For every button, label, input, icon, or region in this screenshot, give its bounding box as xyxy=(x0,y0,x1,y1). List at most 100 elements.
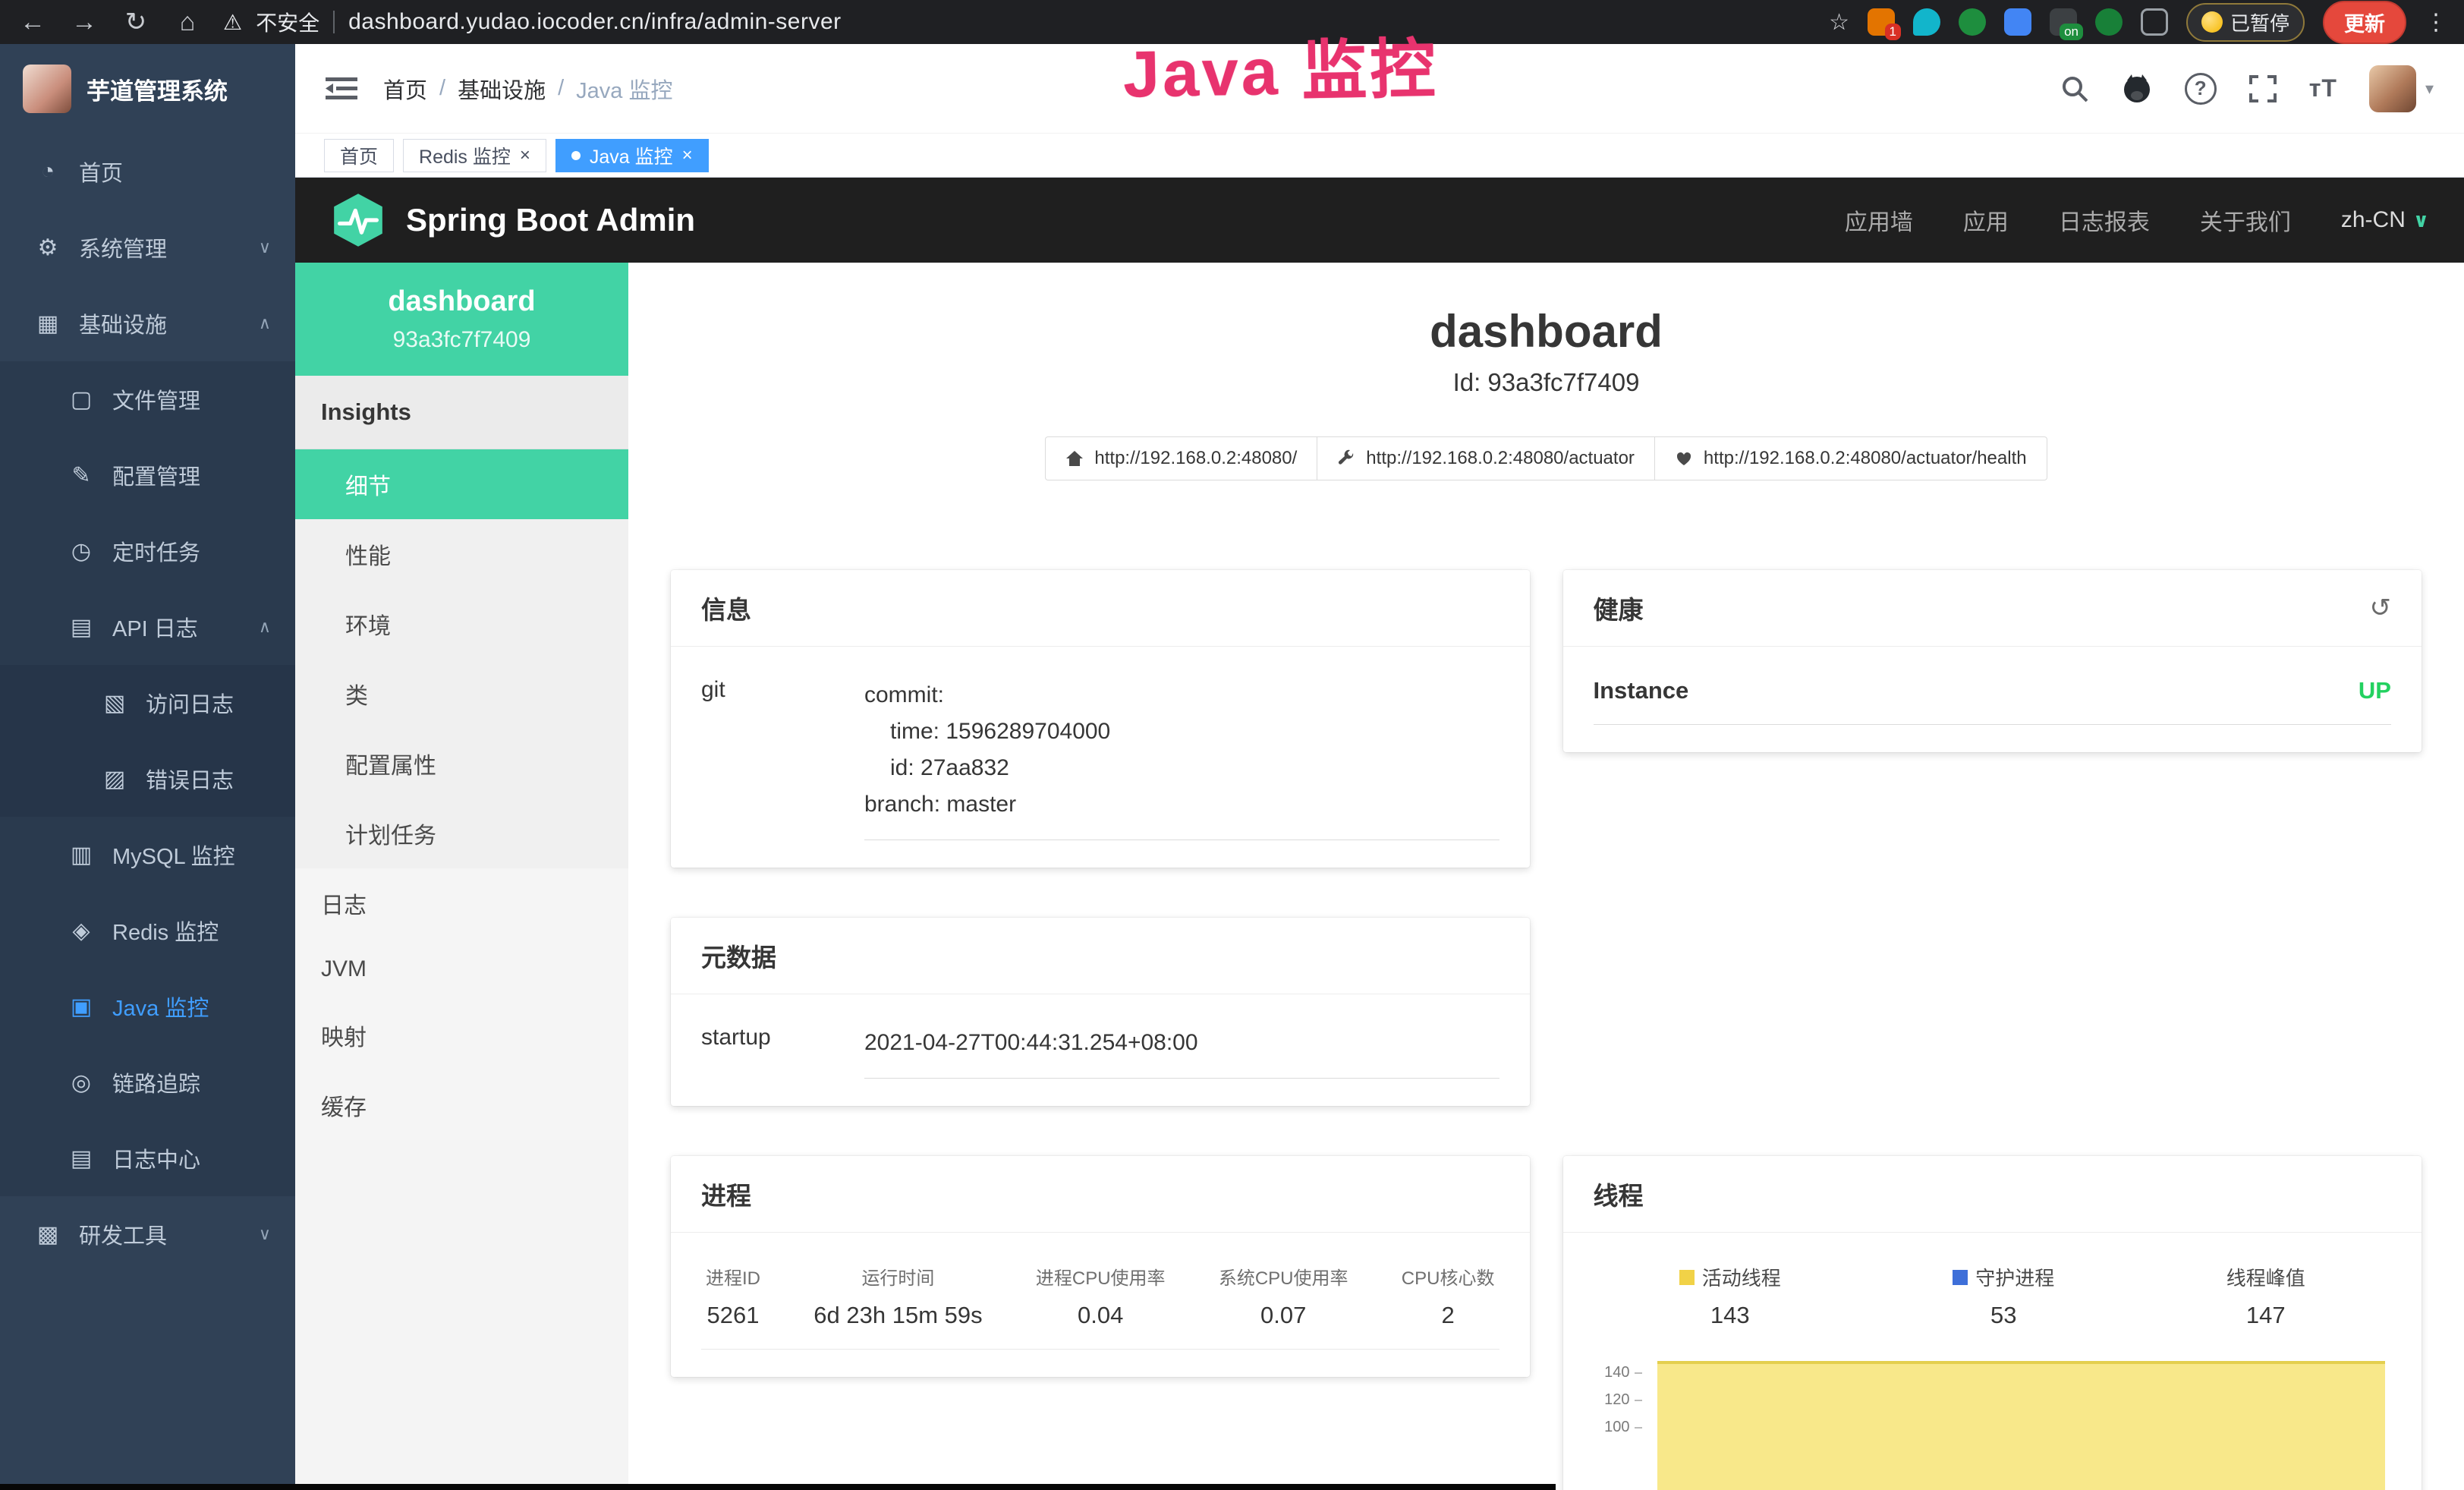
legend-value: 143 xyxy=(1679,1302,1781,1329)
bookmark-star-icon[interactable]: ☆ xyxy=(1829,9,1849,36)
extensions-puzzle-icon[interactable] xyxy=(2141,8,2168,36)
sba-language-value: zh-CN xyxy=(2341,207,2406,233)
extension-icon-5[interactable]: on xyxy=(2050,8,2077,36)
sba-menu-item-metrics[interactable]: 性能 xyxy=(295,519,628,589)
sidebar-item-config-management[interactable]: ✎ 配置管理 xyxy=(0,437,295,513)
sba-nav-wallboard[interactable]: 应用墙 xyxy=(1845,203,1913,237)
browser-home-icon[interactable]: ⌂ xyxy=(172,8,203,37)
sba-nav-about[interactable]: 关于我们 xyxy=(2200,203,2291,237)
sidebar-item-access-logs[interactable]: ▧ 访问日志 xyxy=(0,665,295,741)
insecure-warning-icon[interactable]: ⚠ xyxy=(223,10,242,35)
search-icon[interactable] xyxy=(2060,74,2089,103)
help-icon[interactable]: ? xyxy=(2185,73,2217,105)
app-logo[interactable]: 芋道管理系统 xyxy=(0,44,295,134)
sidebar-item-tracing[interactable]: ◎ 链路追踪 xyxy=(0,1044,295,1120)
sidebar-item-error-logs[interactable]: ▨ 错误日志 xyxy=(0,741,295,817)
git-commit-line: commit: xyxy=(864,677,1499,713)
user-avatar-menu[interactable]: ▾ xyxy=(2369,65,2434,112)
instance-links: http://192.168.0.2:48080/ http://192.168… xyxy=(671,436,2422,480)
sidebar-item-system-management[interactable]: ⚙ 系统管理 ∨ xyxy=(0,209,295,285)
sba-brand-title[interactable]: Spring Boot Admin xyxy=(406,202,695,238)
profile-avatar-icon xyxy=(2201,11,2223,33)
sba-menu-item-logfile[interactable]: 日志 xyxy=(295,868,628,938)
extension-icon-3[interactable] xyxy=(1959,8,1986,36)
close-icon[interactable]: × xyxy=(520,146,530,165)
legend-live-threads: 活动线程 143 xyxy=(1679,1263,1781,1329)
card-title: 进程 xyxy=(701,1176,751,1212)
extension-icon-2[interactable] xyxy=(1913,8,1940,36)
sidebar-item-infrastructure[interactable]: ▦ 基础设施 ∧ xyxy=(0,285,295,361)
chrome-menu-kebab-icon[interactable]: ⋮ xyxy=(2425,9,2447,36)
wrench-icon xyxy=(1337,449,1355,468)
process-stat-pid: 进程ID 5261 xyxy=(706,1263,760,1329)
sba-nav-applications[interactable]: 应用 xyxy=(1963,203,2009,237)
browser-reload-icon[interactable]: ↻ xyxy=(120,7,152,37)
font-size-icon[interactable]: тT xyxy=(2309,74,2337,102)
legend-value: 53 xyxy=(1953,1302,2054,1329)
browser-forward-icon[interactable]: → xyxy=(68,8,100,37)
tab-java-monitor[interactable]: Java 监控 × xyxy=(555,139,709,172)
tab-home[interactable]: 首页 xyxy=(324,139,394,172)
sidebar-fold-icon[interactable] xyxy=(326,76,357,102)
card-title: 线程 xyxy=(1594,1176,1644,1212)
card-title: 信息 xyxy=(701,590,751,626)
metadata-key: startup xyxy=(701,1025,864,1079)
sba-sidebar: dashboard 93a3fc7f7409 Insights 细节 性能 环境… xyxy=(295,263,628,1490)
sidebar-item-mysql-monitor[interactable]: ▥ MySQL 监控 xyxy=(0,817,295,893)
refresh-history-icon[interactable]: ↺ xyxy=(2370,593,2392,623)
sidebar-item-label: 定时任务 xyxy=(112,535,200,567)
sidebar-item-label: 访问日志 xyxy=(146,687,234,719)
sba-language-select[interactable]: zh-CN ∨ xyxy=(2341,207,2429,233)
sidebar-item-devtools[interactable]: ▩ 研发工具 ∨ xyxy=(0,1196,295,1272)
chevron-down-icon: ∨ xyxy=(2413,209,2429,232)
sba-menu-item-mappings[interactable]: 映射 xyxy=(295,1000,628,1070)
browser-back-icon[interactable]: ← xyxy=(17,8,49,37)
sba-instance-header[interactable]: dashboard 93a3fc7f7409 xyxy=(295,263,628,376)
breadcrumb-infrastructure[interactable]: 基础设施 xyxy=(458,73,546,105)
sidebar-item-label: MySQL 监控 xyxy=(112,839,235,871)
metadata-card: 元数据 startup 2021-04-27T00:44:31.254+08:0… xyxy=(671,918,1530,1106)
main-column: 首页 / 基础设施 / Java 监控 xyxy=(295,44,2464,1490)
sba-menu-group-insights: Insights xyxy=(295,376,628,449)
extension-icon-4[interactable] xyxy=(2004,8,2031,36)
breadcrumb-home[interactable]: 首页 xyxy=(383,73,427,105)
stat-label: 进程ID xyxy=(706,1263,760,1290)
sidebar-item-scheduled-tasks[interactable]: ◷ 定时任务 xyxy=(0,513,295,589)
sidebar-item-home[interactable]: ◔ 首页 xyxy=(0,134,295,209)
sidebar-item-file-management[interactable]: ▢ 文件管理 xyxy=(0,361,295,437)
timer-icon: ◷ xyxy=(67,538,96,565)
tab-label: Redis 监控 xyxy=(419,142,511,169)
fullscreen-icon[interactable] xyxy=(2248,74,2277,103)
chrome-update-button[interactable]: 更新 xyxy=(2323,1,2406,44)
file-icon: ▢ xyxy=(67,386,96,413)
sba-menu-item-jvm[interactable]: JVM xyxy=(295,938,628,1000)
sidebar-item-redis-monitor[interactable]: ◈ Redis 监控 xyxy=(0,893,295,969)
instance-health-url-button[interactable]: http://192.168.0.2:48080/actuator/health xyxy=(1654,436,2047,480)
sidebar-item-java-monitor[interactable]: ▣ Java 监控 xyxy=(0,969,295,1044)
process-stat-system-cpu: 系统CPU使用率 0.07 xyxy=(1219,1263,1348,1329)
sba-menu-item-details[interactable]: 细节 xyxy=(295,449,628,519)
url-text[interactable]: dashboard.yudao.iocoder.cn/infra/admin-s… xyxy=(348,9,842,35)
sba-menu-item-classes[interactable]: 类 xyxy=(295,659,628,729)
address-bar[interactable]: ⚠ 不安全 dashboard.yudao.iocoder.cn/infra/a… xyxy=(223,7,1809,37)
sidebar-item-api-logs[interactable]: ▤ API 日志 ∧ xyxy=(0,589,295,665)
legend-value: 147 xyxy=(2226,1302,2305,1329)
active-dot xyxy=(571,151,581,160)
tab-redis-monitor[interactable]: Redis 监控 × xyxy=(403,139,546,172)
profile-paused-badge[interactable]: 已暂停 xyxy=(2186,3,2305,42)
sba-menu-item-config-props[interactable]: 配置属性 xyxy=(295,729,628,799)
sba-menu-item-caches[interactable]: 缓存 xyxy=(295,1070,628,1140)
health-instance-row[interactable]: Instance UP xyxy=(1594,677,2392,725)
close-icon[interactable]: × xyxy=(682,146,693,165)
instance-actuator-url-button[interactable]: http://192.168.0.2:48080/actuator xyxy=(1317,436,1655,480)
sba-menu-item-environment[interactable]: 环境 xyxy=(295,589,628,659)
sba-menu-item-scheduled-tasks[interactable]: 计划任务 xyxy=(295,799,628,868)
java-icon: ▣ xyxy=(67,994,96,1020)
instance-service-url-button[interactable]: http://192.168.0.2:48080/ xyxy=(1045,436,1317,480)
sba-nav-journal[interactable]: 日志报表 xyxy=(2059,203,2150,237)
github-icon[interactable] xyxy=(2121,73,2153,105)
extension-icon-6[interactable] xyxy=(2095,8,2123,36)
sidebar-item-log-center[interactable]: ▤ 日志中心 xyxy=(0,1120,295,1196)
app-sidebar: 芋道管理系统 ◔ 首页 ⚙ 系统管理 ∨ ▦ 基础设施 ∧ ▢ 文件管理 ✎ 配… xyxy=(0,44,295,1490)
extension-icon-1[interactable]: 1 xyxy=(1868,8,1895,36)
